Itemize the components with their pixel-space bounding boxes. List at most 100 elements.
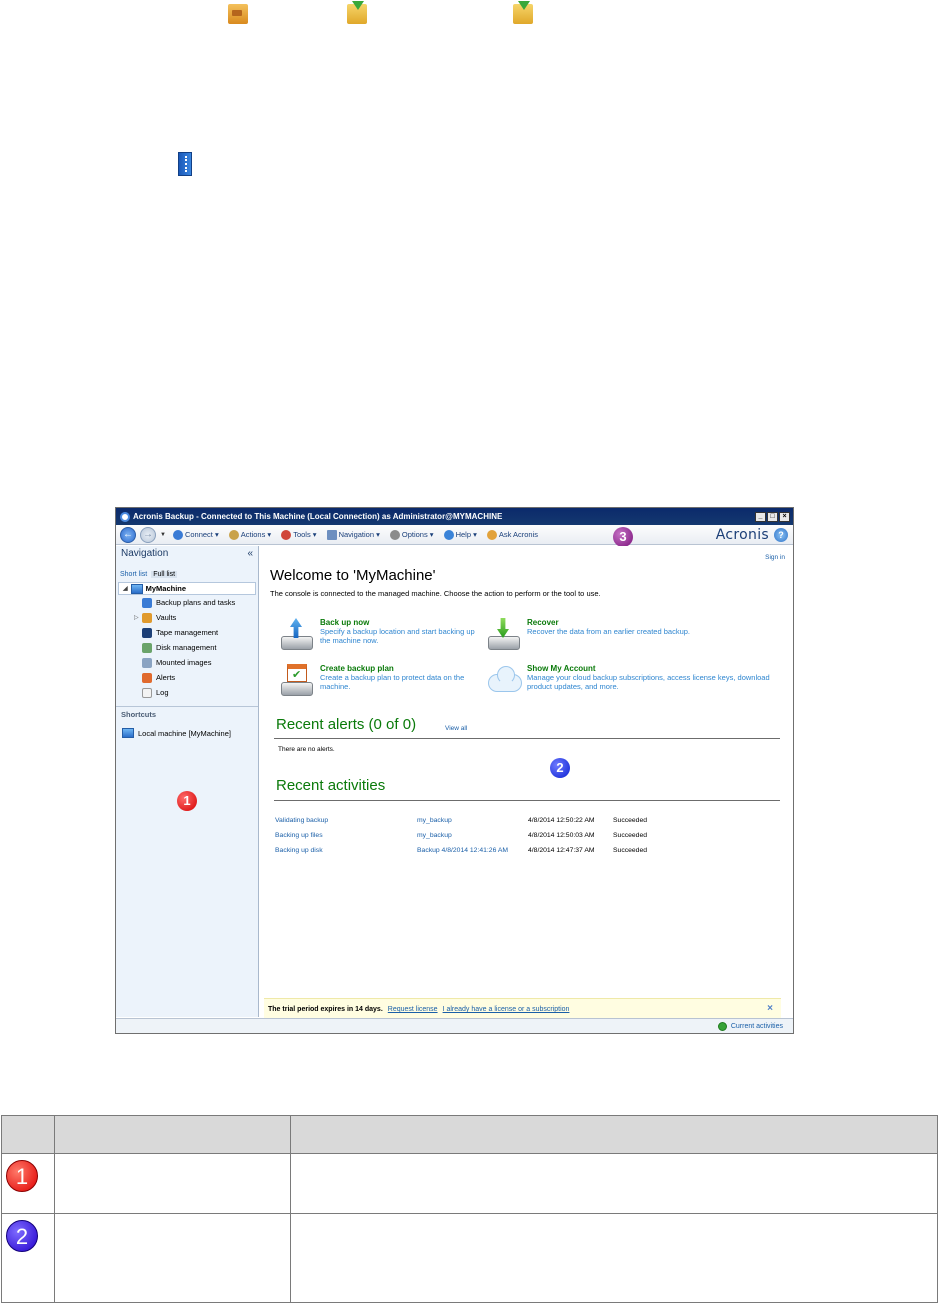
activity-name[interactable]: Validating backup bbox=[275, 813, 417, 828]
tree-item-mounted-images[interactable]: Mounted images bbox=[116, 655, 258, 670]
tree-item-alerts[interactable]: Alerts bbox=[116, 670, 258, 685]
cloud-icon bbox=[488, 664, 522, 696]
tab-short-list[interactable]: Short list bbox=[120, 571, 147, 578]
callout-2-bubble: 2 bbox=[6, 1220, 38, 1252]
activity-plan[interactable]: my_backup bbox=[417, 828, 528, 843]
activity-plan[interactable]: my_backup bbox=[417, 813, 528, 828]
recover-action[interactable]: Recover Recover the data from an earlier … bbox=[488, 618, 767, 650]
header-cell-description bbox=[290, 1115, 938, 1154]
callout-3: 3 bbox=[613, 527, 633, 547]
forward-icon[interactable]: → bbox=[140, 526, 156, 543]
activity-status: Succeeded bbox=[613, 817, 648, 824]
request-license-link[interactable]: Request license bbox=[388, 1006, 438, 1013]
row-element-cell bbox=[54, 1213, 291, 1303]
expand-arrow-icon[interactable]: ▷ bbox=[134, 614, 139, 621]
current-activities-link[interactable]: Current activities bbox=[731, 1023, 783, 1030]
maximize-button[interactable]: □ bbox=[767, 511, 778, 522]
shortcut-local-machine[interactable]: Local machine [MyMachine] bbox=[116, 722, 258, 744]
computer-icon bbox=[130, 583, 143, 594]
computer-icon bbox=[122, 728, 134, 738]
toolbar: ← → ▼ Connect ▾ Actions ▾ Tools ▾ Naviga… bbox=[116, 525, 793, 545]
activity-time: 4/8/2014 12:47:37 AM bbox=[528, 847, 595, 854]
minimize-button[interactable]: _ bbox=[755, 511, 766, 522]
folder-download-icon bbox=[347, 1, 367, 24]
trial-notification-bar: The trial period expires in 14 days. Req… bbox=[264, 998, 781, 1020]
mounted-image-icon bbox=[142, 657, 152, 668]
activity-name[interactable]: Backing up disk bbox=[275, 843, 417, 858]
callout-reference-table: 1 2 bbox=[1, 1115, 938, 1303]
row-callout-cell: 1 bbox=[1, 1153, 55, 1214]
welcome-pane: Sign in Welcome to 'MyMachine' The conso… bbox=[260, 546, 793, 1020]
app-window: Acronis Backup - Connected to This Machi… bbox=[115, 507, 794, 1034]
recent-alerts-heading: Recent alerts (0 of 0) bbox=[276, 716, 417, 733]
help-menu[interactable]: Help ▾ bbox=[441, 529, 480, 540]
help-icon bbox=[443, 529, 454, 540]
trial-text: The trial period expires in 14 days. bbox=[268, 1006, 383, 1013]
recover-desc: Recover the data from an earlier created… bbox=[527, 627, 691, 636]
recover-link[interactable]: Recover bbox=[527, 618, 767, 627]
activity-plan[interactable]: Backup 4/8/2014 12:41:26 AM bbox=[417, 843, 528, 858]
create-backup-plan-action[interactable]: Create backup planCreate a backup plan t… bbox=[281, 664, 478, 696]
row-description-cell bbox=[290, 1213, 938, 1303]
navigation-pane: Navigation « Short list Full list ◢ MyMa… bbox=[116, 546, 259, 1017]
activity-status: Succeeded bbox=[613, 832, 648, 839]
create-backup-plan-link[interactable]: Create backup plan bbox=[320, 664, 478, 673]
connect-menu[interactable]: Connect ▾ bbox=[170, 529, 222, 540]
page-subtitle: The console is connected to the managed … bbox=[270, 589, 601, 598]
ask-acronis-button[interactable]: Ask Acronis bbox=[484, 529, 541, 540]
activity-time: 4/8/2014 12:50:22 AM bbox=[528, 817, 595, 824]
tools-menu[interactable]: Tools ▾ bbox=[278, 529, 319, 540]
tree-item-backup-plans[interactable]: Backup plans and tasks bbox=[116, 595, 258, 610]
table-row: 2 bbox=[1, 1213, 938, 1303]
app-logo-icon bbox=[120, 511, 130, 522]
acronis-logo: Acronis bbox=[715, 527, 769, 543]
activity-status: Succeeded bbox=[613, 847, 648, 854]
current-activities-icon bbox=[717, 1021, 727, 1031]
show-my-account-action[interactable]: Show My Account Manage your cloud backup … bbox=[488, 664, 779, 696]
help-circle-icon[interactable]: ? bbox=[774, 528, 788, 542]
tree-item-disk-management[interactable]: Disk management bbox=[116, 640, 258, 655]
tree-item-log[interactable]: Log bbox=[116, 685, 258, 700]
backup-upload-icon bbox=[281, 618, 315, 650]
navigation-icon bbox=[326, 529, 337, 540]
sign-in-link[interactable]: Sign in bbox=[765, 554, 785, 561]
activity-name[interactable]: Backing up files bbox=[275, 828, 417, 843]
close-icon[interactable]: × bbox=[767, 1003, 773, 1014]
tab-full-list[interactable]: Full list bbox=[151, 571, 178, 578]
ask-acronis-icon bbox=[486, 529, 497, 540]
actions-menu[interactable]: Actions ▾ bbox=[226, 529, 274, 540]
table-row: Backing up disk Backup 4/8/2014 12:41:26… bbox=[275, 843, 647, 858]
tree-item-mymachine[interactable]: ◢ MyMachine bbox=[118, 582, 256, 595]
table-header-row bbox=[1, 1115, 938, 1154]
show-my-account-link[interactable]: Show My Account bbox=[527, 664, 779, 673]
activities-table: Validating backup my_backup 4/8/2014 12:… bbox=[275, 813, 647, 858]
status-bar: Current activities bbox=[116, 1018, 793, 1033]
view-all-link[interactable]: View all bbox=[445, 725, 467, 732]
page-title: Welcome to 'MyMachine' bbox=[270, 567, 436, 584]
disk-icon bbox=[142, 642, 152, 653]
navigation-menu[interactable]: Navigation ▾ bbox=[324, 529, 383, 540]
table-row: 1 bbox=[1, 1153, 938, 1214]
folder-download-icon-2 bbox=[513, 1, 533, 24]
tape-icon bbox=[142, 627, 152, 638]
close-button[interactable]: × bbox=[779, 511, 790, 522]
back-up-now-link[interactable]: Back up now bbox=[320, 618, 478, 627]
show-my-account-desc: Manage your cloud backup subscriptions, … bbox=[527, 673, 770, 691]
history-dropdown-icon[interactable]: ▼ bbox=[160, 532, 166, 538]
callout-2: 2 bbox=[550, 758, 570, 778]
options-menu[interactable]: Options ▾ bbox=[387, 529, 437, 540]
recover-download-icon bbox=[488, 618, 522, 650]
no-alerts-text: There are no alerts. bbox=[278, 746, 335, 753]
recent-activities-heading: Recent activities bbox=[276, 777, 386, 794]
back-up-now-action[interactable]: Back up now Specify a backup location and… bbox=[281, 618, 478, 650]
shortcuts-title: Shortcuts bbox=[121, 710, 157, 719]
tree-item-vaults[interactable]: ▷ Vaults bbox=[116, 610, 258, 625]
collapse-icon[interactable]: « bbox=[247, 548, 253, 559]
tree-item-tape-management[interactable]: Tape management bbox=[116, 625, 258, 640]
have-license-link[interactable]: I already have a license or a subscripti… bbox=[443, 1006, 570, 1013]
collapse-arrow-icon[interactable]: ◢ bbox=[123, 585, 128, 592]
connect-icon bbox=[172, 529, 183, 540]
actions-icon bbox=[228, 529, 239, 540]
back-icon[interactable]: ← bbox=[120, 526, 136, 543]
gear-icon bbox=[389, 529, 400, 540]
